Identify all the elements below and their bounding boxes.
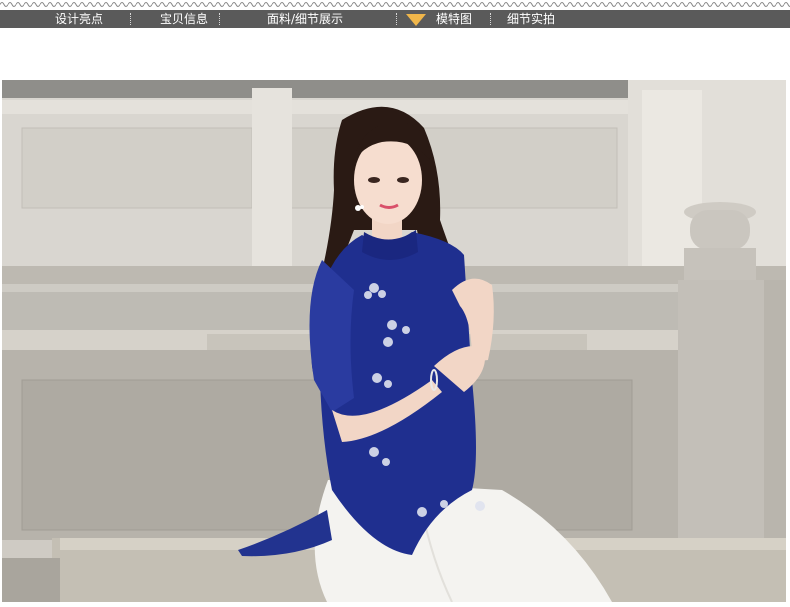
nav-divider [130,13,131,25]
nav-item-product-info[interactable]: 宝贝信息 [160,10,208,28]
nav-divider [219,13,220,25]
nav-item-detail-shots[interactable]: 细节实拍 [507,10,555,28]
detail-nav-bar: 设计亮点 宝贝信息 面料/细节展示 模特图 细节实拍 [0,10,790,28]
nav-divider [490,13,491,25]
model-photo [2,80,786,602]
nav-item-fabric-details[interactable]: 面料/细节展示 [267,10,343,28]
nav-divider [396,13,397,25]
top-decorative-border [0,0,790,9]
nav-item-model-photos[interactable]: 模特图 [436,10,472,28]
active-tab-pointer-icon [406,14,426,26]
nav-item-design-highlights[interactable]: 设计亮点 [55,10,103,28]
